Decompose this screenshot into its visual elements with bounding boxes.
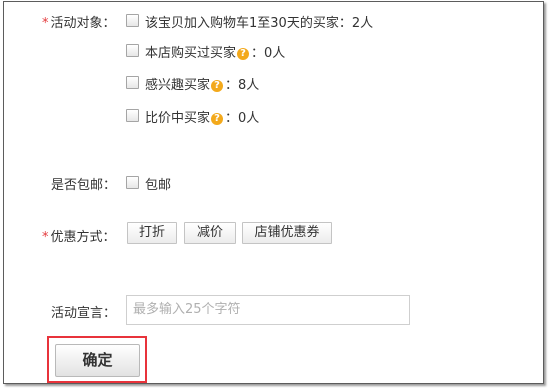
slogan-input[interactable]: 最多输入25个字符 — [126, 295, 410, 325]
target-purchased-label-row: 本店购买过买家? ：0人 — [145, 42, 285, 61]
target-interested-label-row: 感兴趣买家? ：8人 — [145, 74, 259, 93]
target-cart-checkbox[interactable] — [126, 14, 139, 27]
target-comparing-label-row: 比价中买家? ：0人 — [145, 107, 259, 126]
target-purchased-label: 本店购买过买家 — [145, 46, 237, 61]
target-interested-label: 感兴趣买家 — [145, 78, 211, 93]
form-panel: * 活动对象： 该宝贝加入购物车1至30天的买家：2人 本店购买过买家? ：0人 感… — [3, 1, 544, 384]
target-comparing-label: 比价中买家 — [145, 111, 211, 126]
discount-percent-button[interactable]: 打折 — [127, 222, 177, 244]
target-purchased-checkbox[interactable] — [126, 44, 139, 57]
shipping-label: 是否包邮： — [51, 178, 117, 193]
help-icon[interactable]: ? — [211, 80, 224, 92]
target-label: 活动对象： — [50, 16, 116, 31]
slogan-label: 活动宣言： — [51, 306, 117, 321]
help-icon[interactable]: ? — [237, 48, 250, 60]
target-comparing-checkbox[interactable] — [126, 109, 139, 122]
target-cart-label: 该宝贝加入购物车1至30天的买家：2人 — [145, 16, 374, 31]
free-shipping-label: 包邮 — [145, 178, 172, 193]
target-interested-count: ：8人 — [225, 78, 260, 93]
target-interested-checkbox[interactable] — [126, 76, 139, 89]
help-icon[interactable]: ? — [211, 113, 224, 125]
confirm-button[interactable]: 确定 — [55, 344, 140, 377]
shop-coupon-button[interactable]: 店铺优惠券 — [242, 222, 332, 244]
discount-label: 优惠方式： — [50, 230, 116, 245]
discount-label-row: * 优惠方式： — [42, 226, 116, 245]
target-label-row: * 活动对象： — [42, 12, 116, 31]
price-reduction-button[interactable]: 减价 — [184, 222, 236, 244]
free-shipping-checkbox[interactable] — [126, 176, 139, 189]
target-purchased-count: ：0人 — [251, 46, 286, 61]
target-comparing-count: ：0人 — [225, 111, 260, 126]
required-mark: * — [42, 16, 49, 31]
required-mark: * — [42, 230, 49, 245]
